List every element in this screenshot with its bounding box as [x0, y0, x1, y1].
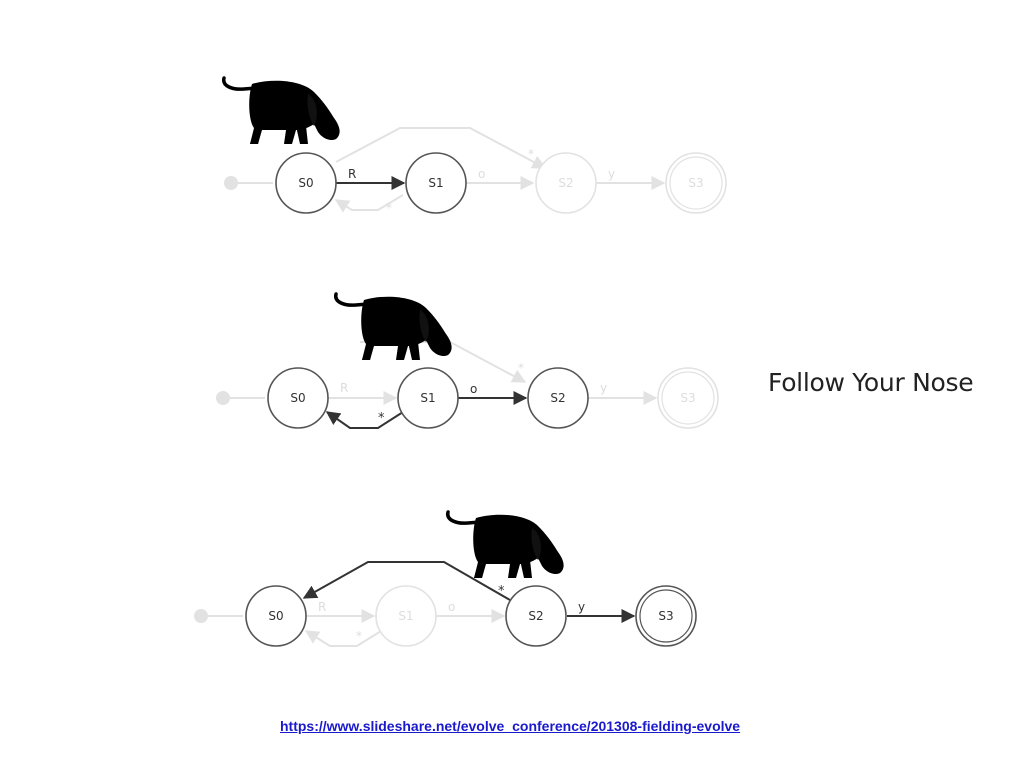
state-label: S0: [298, 176, 313, 190]
slide-title: Follow Your Nose: [768, 368, 974, 397]
dog-icon: [333, 292, 454, 362]
state-label: S2: [528, 609, 543, 623]
state-label: S2: [558, 176, 573, 190]
state-label: S1: [428, 176, 443, 190]
diagram-3: y * R o * S0 S1 S2 S3: [194, 510, 697, 647]
edge-label-r: R: [348, 167, 356, 181]
edge-label-y: y: [600, 381, 607, 395]
diagram-1: R o y * * S0 S1 S2 S3: [221, 76, 727, 215]
edge-label-star: *: [356, 629, 362, 643]
source-link[interactable]: https://www.slideshare.net/evolve_confer…: [280, 718, 740, 734]
state-label: S3: [680, 391, 695, 405]
entry-point: [216, 391, 230, 405]
faded-back-edge: [334, 194, 404, 213]
edge-back-star: [325, 411, 404, 429]
state-label: S2: [550, 391, 565, 405]
state-label: S0: [268, 609, 283, 623]
edge-label-star: *: [518, 361, 524, 375]
dog-icon: [221, 76, 342, 146]
entry-point: [194, 609, 208, 623]
edge-label-star: *: [528, 147, 534, 161]
edge-label-o: o: [470, 382, 477, 396]
edge-label-star: *: [498, 584, 505, 599]
edge-label-o: o: [448, 600, 455, 614]
state-label: S3: [658, 609, 673, 623]
dog-icon: [445, 510, 566, 580]
edge-label-y: y: [578, 600, 585, 614]
faded-back-edge: [304, 630, 382, 647]
state-label: S0: [290, 391, 305, 405]
edge-label-r: R: [318, 600, 326, 614]
state-label: S1: [398, 609, 413, 623]
edge-label-star: *: [378, 411, 385, 426]
edge-label-o: o: [478, 167, 485, 181]
state-label: S1: [420, 391, 435, 405]
diagram-2: o * R y * S0 S1 S2 S3: [216, 292, 719, 429]
edge-label-r: R: [340, 381, 348, 395]
entry-point: [224, 176, 238, 190]
state-label: S3: [688, 176, 703, 190]
edge-label-y: y: [608, 167, 615, 181]
edge-label-star: *: [386, 201, 392, 215]
